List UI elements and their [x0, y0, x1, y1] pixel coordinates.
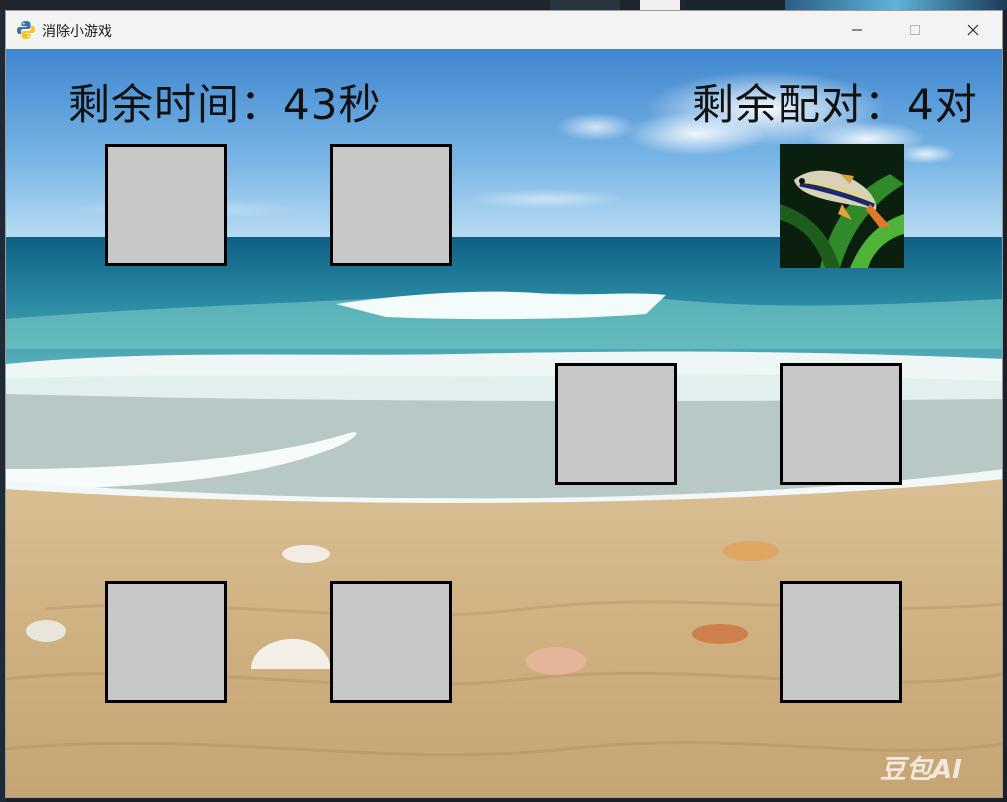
minimize-button[interactable]	[828, 11, 886, 49]
card-tile-hidden[interactable]	[780, 581, 902, 703]
fish-image	[780, 144, 904, 268]
watermark: 豆包AI	[880, 755, 962, 785]
window-title: 消除小游戏	[42, 24, 112, 40]
time-remaining: 剩余时间：43秒	[68, 71, 381, 132]
card-tile-hidden[interactable]	[330, 144, 452, 266]
card-tile-revealed[interactable]	[780, 144, 904, 268]
card-tile-hidden[interactable]	[105, 144, 227, 266]
card-tile-hidden[interactable]	[555, 363, 677, 485]
card-tile-hidden[interactable]	[330, 581, 452, 703]
card-tile-hidden[interactable]	[780, 363, 902, 485]
pairs-label: 剩余配对：	[692, 80, 908, 129]
close-icon	[967, 24, 979, 36]
game-canvas[interactable]: 剩余时间：43秒 剩余配对：4对 豆包AI	[6, 49, 1002, 797]
pairs-remaining: 剩余配对：4对	[692, 71, 978, 132]
title-bar[interactable]: 消除小游戏	[6, 11, 1002, 49]
card-tile-hidden[interactable]	[105, 581, 227, 703]
desktop-background-top	[0, 0, 1007, 10]
time-label: 剩余时间：	[68, 80, 284, 129]
game-window: 消除小游戏 剩余时间：43秒 剩余配对：4对 豆包AI	[5, 10, 1003, 798]
maximize-icon	[910, 25, 920, 35]
close-button[interactable]	[944, 11, 1002, 49]
python-icon	[17, 21, 35, 39]
maximize-button[interactable]	[886, 11, 944, 49]
minimize-icon	[852, 29, 862, 31]
time-value: 43秒	[283, 80, 382, 129]
pairs-value: 4对	[907, 80, 978, 129]
